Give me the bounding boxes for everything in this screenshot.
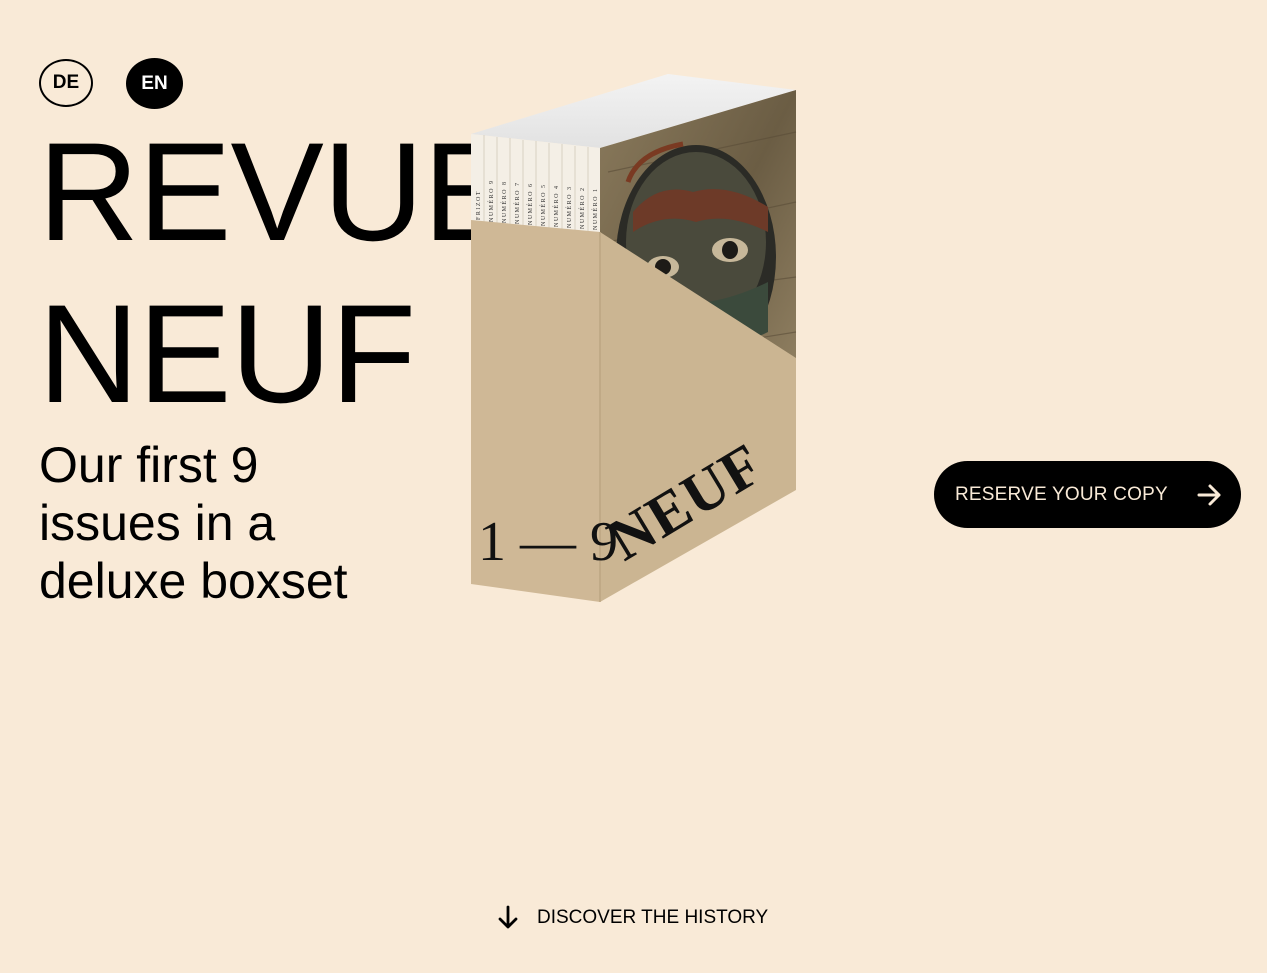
spine-label-7: NUMÉRO 3 [565,185,573,228]
spine-label-3: NUMÉRO 7 [513,181,521,224]
box-front-label: 1 — 9 [478,511,618,573]
lang-en-button[interactable]: EN [126,58,183,109]
spine-label-1: NUMÉRO 9 [487,179,495,222]
arrow-down-icon [498,905,518,929]
spine-label-5: NUMÉRO 5 [539,183,547,226]
arrow-right-icon [1197,484,1221,506]
title-line-1: REVUE [38,113,516,270]
spine-label-2: NUMÉRO 8 [500,180,508,223]
title-line-2: NEUF [38,275,416,432]
lang-de-button[interactable]: DE [39,59,93,107]
discover-history-link[interactable]: DISCOVER THE HISTORY [496,902,768,934]
reserve-copy-label: RESERVE YOUR COPY [955,483,1168,505]
spine-label-6: NUMÉRO 4 [552,184,560,227]
spine-label-9: NUMÉRO 1 [591,187,599,230]
spine-label-0: FRIZOT [476,190,482,220]
hero-subtitle: Our first 9 issues in a deluxe boxset [39,437,348,609]
spine-label-4: NUMÉRO 6 [526,182,534,225]
spine-label-8: NUMÉRO 2 [578,186,586,229]
discover-history-label: DISCOVER THE HISTORY [537,907,769,928]
reserve-copy-button[interactable]: RESERVE YOUR COPY [934,461,1241,528]
boxset-image: FRIZOT NUMÉRO 9 NUMÉRO 8 NUMÉRO 7 NUMÉRO… [468,72,800,608]
